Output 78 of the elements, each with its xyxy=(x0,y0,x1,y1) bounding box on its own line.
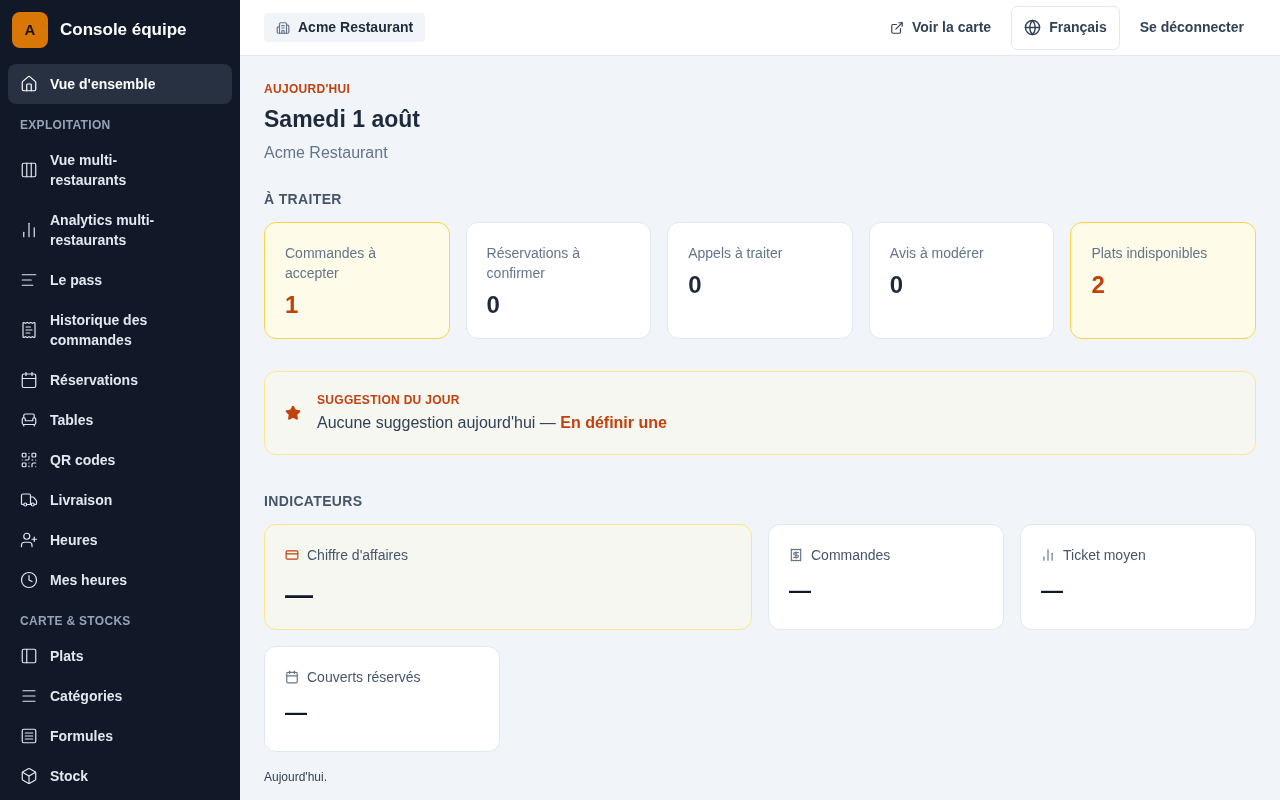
restaurant-chip[interactable]: Acme Restaurant xyxy=(264,13,426,42)
box-icon xyxy=(20,767,38,785)
brand-logo: A xyxy=(12,12,48,48)
stat-label: Avis à modérer xyxy=(889,243,985,263)
receipt-icon xyxy=(20,321,38,339)
suggestion-eyebrow: SUGGESTION DU JOUR xyxy=(317,391,461,409)
stat-card[interactable]: Plats indisponibles 2 xyxy=(1070,221,1256,339)
sidebar-item[interactable]: Stock xyxy=(8,756,232,796)
indicators-note: Aujourd'hui. xyxy=(264,768,328,786)
language-button[interactable]: Français xyxy=(1011,5,1120,50)
section-title: CARTE & STOCKS xyxy=(19,613,132,630)
indicator-label: Ticket moyen xyxy=(1063,545,1146,565)
stat-value: 1 xyxy=(285,289,300,320)
sidebar-item[interactable]: Plats xyxy=(8,636,232,676)
sidebar-item[interactable]: Mes heures xyxy=(8,560,232,600)
stat-value: 0 xyxy=(889,269,905,300)
sidebar-item[interactable]: Livraison xyxy=(8,480,232,520)
stat-card[interactable]: Avis à modérer 0 xyxy=(868,221,1055,339)
building-icon xyxy=(276,20,290,35)
chair-icon xyxy=(20,411,38,429)
indicator-label: Couverts réservés xyxy=(307,667,421,687)
form-icon xyxy=(20,727,38,745)
card-icon xyxy=(285,548,299,562)
indicator-value: — xyxy=(1041,576,1064,605)
calendar-icon xyxy=(285,670,299,684)
star-icon xyxy=(285,404,301,421)
truck-icon xyxy=(20,491,38,509)
external-link-icon xyxy=(890,20,904,35)
stat-label: Appels à traiter xyxy=(688,243,784,263)
sidebar-item[interactable]: Vue multi-restaurants xyxy=(8,140,232,200)
indicator-value: — xyxy=(789,576,812,605)
globe-icon xyxy=(1024,19,1042,36)
sidebar-item[interactable]: Analytics multi-restaurants xyxy=(8,200,232,260)
sidebar-item[interactable]: QR codes xyxy=(8,440,232,480)
indicator-label: Chiffre d'affaires xyxy=(307,545,408,565)
stat-card[interactable]: Réservations à confirmer 0 xyxy=(465,221,652,339)
list-icon xyxy=(20,687,38,705)
clock-icon xyxy=(20,571,38,589)
sidebar-item[interactable]: Historique des commandes xyxy=(8,300,232,360)
qr-code-icon xyxy=(20,451,38,469)
stat-label: Commandes à accepter xyxy=(285,243,378,283)
sidebar-item[interactable]: Tables xyxy=(8,400,232,440)
section-title: À TRAITER xyxy=(264,189,343,209)
lines-icon xyxy=(20,271,38,289)
indicator-value: — xyxy=(285,698,308,727)
section-title: INDICATEURS xyxy=(264,491,364,511)
section-title: EXPLOITATION xyxy=(19,117,112,134)
sidebar-item[interactable]: Catégories xyxy=(8,676,232,716)
receipt-icon xyxy=(789,548,803,562)
stat-label: Réservations à confirmer xyxy=(486,243,581,283)
view-menu-link[interactable]: Voir la carte xyxy=(878,17,1004,38)
sidebar-item[interactable]: Heures xyxy=(8,520,232,560)
indicator-label: Commandes xyxy=(811,545,891,565)
bar-chart-icon xyxy=(1041,548,1055,562)
home-icon xyxy=(20,75,38,93)
suggestion-text: Aucune suggestion aujourd'hui — En définir une xyxy=(317,412,667,433)
stat-card[interactable]: Appels à traiter 0 xyxy=(667,221,853,339)
define-suggestion-link[interactable]: En définir une xyxy=(560,413,667,431)
stat-card[interactable]: Commandes à accepter 1 xyxy=(264,221,450,339)
brand-name: Console équipe xyxy=(60,19,187,42)
sidebar-item[interactable]: Vue d'ensemble xyxy=(8,64,232,104)
bar-chart-icon xyxy=(20,221,38,239)
logout-button[interactable]: Se déconnecter xyxy=(1127,17,1256,38)
date-eyebrow: AUJOURD'HUI xyxy=(264,81,352,98)
user-plus-icon xyxy=(20,531,38,549)
calendar-icon xyxy=(20,371,38,389)
columns-icon xyxy=(20,161,38,179)
panel-icon xyxy=(20,647,38,665)
stat-label: Plats indisponibles xyxy=(1091,243,1209,263)
page-title: Samedi 1 août xyxy=(264,105,421,134)
page-subtitle: Acme Restaurant xyxy=(264,142,389,163)
sidebar-item[interactable]: Le pass xyxy=(8,260,232,300)
stat-value: 2 xyxy=(1091,269,1106,300)
sidebar-item[interactable]: Formules xyxy=(8,716,232,756)
indicator-value: — xyxy=(285,577,314,612)
stat-value: 0 xyxy=(486,289,501,320)
sidebar-item[interactable]: Réservations xyxy=(8,360,232,400)
stat-value: 0 xyxy=(688,269,703,300)
